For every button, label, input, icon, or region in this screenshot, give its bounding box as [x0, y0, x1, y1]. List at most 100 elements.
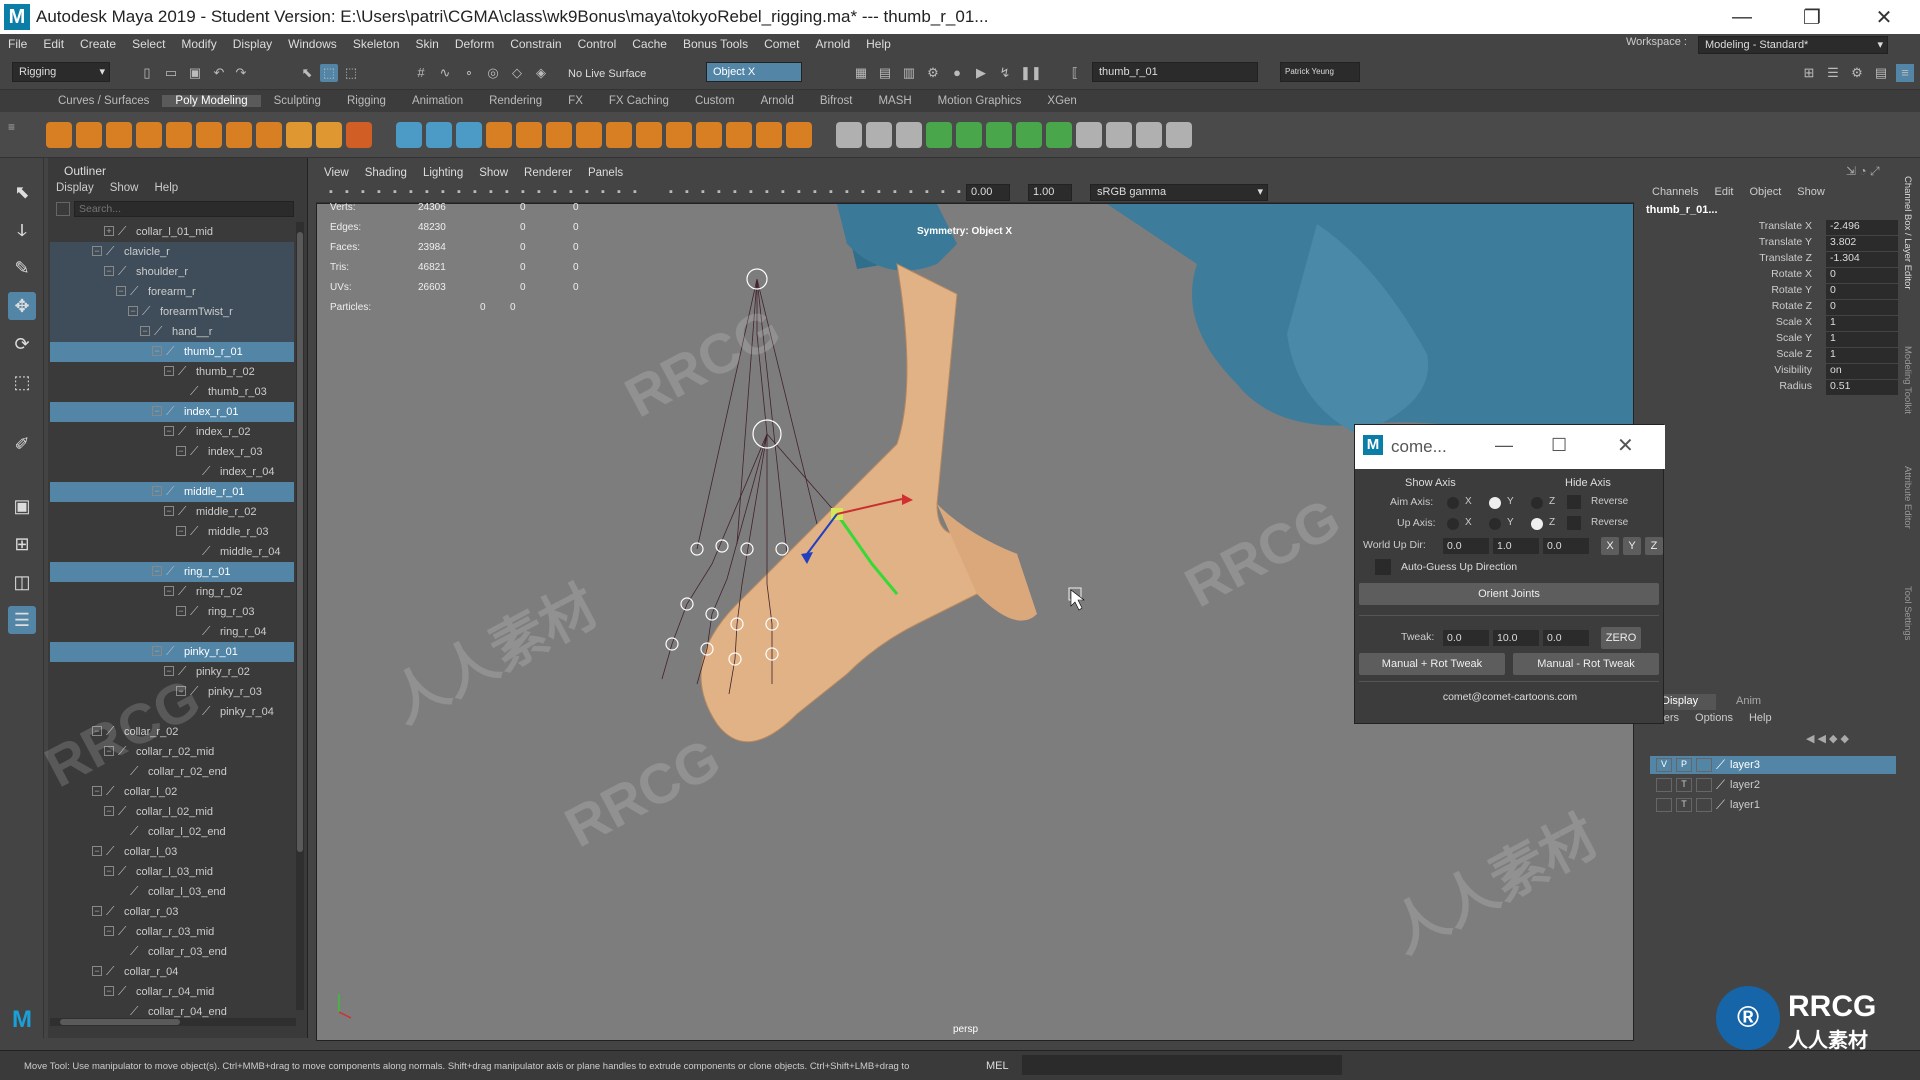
outliner-row[interactable]: ⟋ collar_l_02_end — [50, 822, 294, 842]
shelf-tool-icon[interactable] — [516, 122, 542, 148]
channel-value[interactable]: 0 — [1826, 300, 1898, 315]
shelf-tool-icon[interactable] — [166, 122, 192, 148]
expand-toggle-icon[interactable]: − — [92, 966, 102, 976]
shelf-tab-arnold[interactable]: Arnold — [748, 95, 807, 107]
world-up-z-field[interactable]: 0.0 — [1543, 538, 1589, 554]
expand-toggle-icon[interactable]: − — [104, 866, 114, 876]
manual-plus-rot-tweak-button[interactable]: Manual + Rot Tweak — [1359, 653, 1505, 675]
world-up-y-field[interactable]: 1.0 — [1493, 538, 1539, 554]
viewport-tool-icon[interactable]: ▪ — [856, 184, 870, 200]
viewport-tool-icon[interactable]: ▪ — [680, 184, 694, 200]
outliner-row[interactable]: − ⟋ index_r_01 — [50, 402, 294, 422]
shelf-tool-icon[interactable] — [1166, 122, 1192, 148]
viewport-tool-icon[interactable]: ▪ — [776, 184, 790, 200]
side-tab-0[interactable]: Channel Box / Layer Editor — [1902, 176, 1913, 290]
layer-playback-toggle[interactable]: P — [1676, 758, 1692, 772]
user-account-button[interactable]: Patrick Yeung — [1280, 62, 1360, 82]
shelf-tool-icon[interactable] — [46, 122, 72, 148]
render-view-icon[interactable]: ▦ — [852, 64, 870, 82]
viewport-tool-icon[interactable]: ▪ — [340, 184, 354, 200]
symmetry-dropdown[interactable]: Object X — [706, 62, 802, 82]
hypershade-icon[interactable]: ● — [948, 64, 966, 82]
world-up-z-button[interactable]: Z — [1645, 537, 1663, 555]
outliner-row[interactable]: − ⟋ collar_r_03_mid — [50, 922, 294, 942]
shelf-tab-poly-modeling[interactable]: Poly Modeling — [162, 95, 261, 107]
outliner-row[interactable]: − ⟋ collar_l_03 — [50, 842, 294, 862]
menu-control[interactable]: Control — [570, 37, 625, 51]
manual-minus-rot-tweak-button[interactable]: Manual - Rot Tweak — [1513, 653, 1659, 675]
outliner-row[interactable]: − ⟋ middle_r_01 — [50, 482, 294, 502]
exposure-field[interactable]: 0.00 — [966, 184, 1010, 201]
expand-toggle-icon[interactable]: − — [116, 286, 126, 296]
shelf-tool-icon[interactable] — [286, 122, 312, 148]
expand-toggle-icon[interactable]: − — [104, 266, 114, 276]
expand-toggle-icon[interactable]: − — [152, 566, 162, 576]
select-by-object-icon[interactable]: ⬚ — [342, 64, 360, 82]
channel-row-visibility[interactable]: Visibility on — [1646, 364, 1900, 380]
shelf-tool-icon[interactable] — [136, 122, 162, 148]
last-tool-icon[interactable]: ✐ — [8, 430, 36, 458]
modeling-toolkit-icon[interactable]: ⊞ — [1800, 64, 1818, 82]
outliner-row[interactable]: ⟋ ring_r_04 — [50, 622, 294, 642]
outliner-layout-icon[interactable]: ☰ — [8, 606, 36, 634]
viewport-tool-icon[interactable]: ▪ — [404, 184, 418, 200]
menu-arnold[interactable]: Arnold — [807, 37, 858, 51]
live-surface-label[interactable]: No Live Surface — [568, 68, 646, 80]
outliner-hscrollbar[interactable] — [50, 1018, 296, 1026]
layer-visibility-toggle[interactable]: V — [1656, 758, 1672, 772]
outliner-row[interactable]: − ⟋ collar_l_03_mid — [50, 862, 294, 882]
shelf-tool-icon[interactable] — [956, 122, 982, 148]
menu-windows[interactable]: Windows — [280, 37, 345, 51]
menu-file[interactable]: File — [0, 37, 35, 51]
outliner-row[interactable]: − ⟋ middle_r_02 — [50, 502, 294, 522]
close-icon[interactable]: ✕ — [1617, 433, 1634, 458]
layer-color-swatch[interactable] — [1696, 778, 1712, 792]
minimize-button[interactable]: — — [1714, 0, 1770, 34]
viewport-menu-shading[interactable]: Shading — [357, 167, 415, 179]
channel-row-translate-z[interactable]: Translate Z -1.304 — [1646, 252, 1900, 268]
outliner-row[interactable]: − ⟋ pinky_r_03 — [50, 682, 294, 702]
outliner-row[interactable]: ⟋ thumb_r_03 — [50, 382, 294, 402]
viewport-menu-view[interactable]: View — [316, 167, 357, 179]
viewport-tool-icon[interactable]: ▪ — [612, 184, 626, 200]
expand-toggle-icon[interactable]: − — [164, 426, 174, 436]
world-up-x-field[interactable]: 0.0 — [1443, 538, 1489, 554]
outliner-menu-display[interactable]: Display — [56, 182, 94, 194]
aim-y-radio[interactable] — [1489, 497, 1501, 509]
anim-layers-tab[interactable]: Anim — [1736, 695, 1761, 707]
channel-menu-channels[interactable]: Channels — [1652, 186, 1698, 198]
outliner-row[interactable]: ⟋ collar_l_03_end — [50, 882, 294, 902]
world-up-x-button[interactable]: X — [1601, 537, 1619, 555]
channel-value[interactable]: 3.802 — [1826, 236, 1898, 251]
shelf-tool-icon[interactable] — [836, 122, 862, 148]
outliner-search-input[interactable] — [74, 201, 294, 217]
outliner-row[interactable]: + ⟋ collar_l_01_mid — [50, 222, 294, 242]
outliner-row[interactable]: − ⟋ shoulder_r — [50, 262, 294, 282]
expand-toggle-icon[interactable]: − — [92, 726, 102, 736]
channel-value[interactable]: 1 — [1826, 316, 1898, 331]
expand-toggle-icon[interactable]: − — [92, 906, 102, 916]
outliner-row[interactable]: ⟋ pinky_r_04 — [50, 702, 294, 722]
expand-toggle-icon[interactable]: − — [164, 506, 174, 516]
viewport-tool-icon[interactable]: ▪ — [696, 184, 710, 200]
expand-toggle-icon[interactable]: − — [104, 986, 114, 996]
menu-skin[interactable]: Skin — [408, 37, 447, 51]
expand-toggle-icon[interactable]: − — [92, 246, 102, 256]
outliner-row[interactable]: − ⟋ index_r_03 — [50, 442, 294, 462]
channel-row-translate-y[interactable]: Translate Y 3.802 — [1646, 236, 1900, 252]
channel-value[interactable]: -2.496 — [1826, 220, 1898, 235]
side-tab-2[interactable]: Attribute Editor — [1902, 466, 1913, 529]
maximize-button[interactable]: ❐ — [1784, 0, 1840, 34]
shelf-tool-icon[interactable] — [546, 122, 572, 148]
shelf-tool-icon[interactable] — [756, 122, 782, 148]
viewport-tool-icon[interactable]: ▪ — [936, 184, 950, 200]
select-tool-icon[interactable]: ⬉ — [8, 178, 36, 206]
outliner-row[interactable]: − ⟋ collar_r_02_mid — [50, 742, 294, 762]
attribute-editor-icon[interactable]: ☰ — [1824, 64, 1842, 82]
viewport-tool-icon[interactable]: ▪ — [840, 184, 854, 200]
channel-value[interactable]: on — [1826, 364, 1898, 379]
viewport-tool-icon[interactable]: ▪ — [388, 184, 402, 200]
paint-select-tool-icon[interactable]: ✎ — [8, 254, 36, 282]
layer-visibility-toggle[interactable] — [1656, 778, 1672, 792]
shelf-tool-icon[interactable] — [316, 122, 342, 148]
